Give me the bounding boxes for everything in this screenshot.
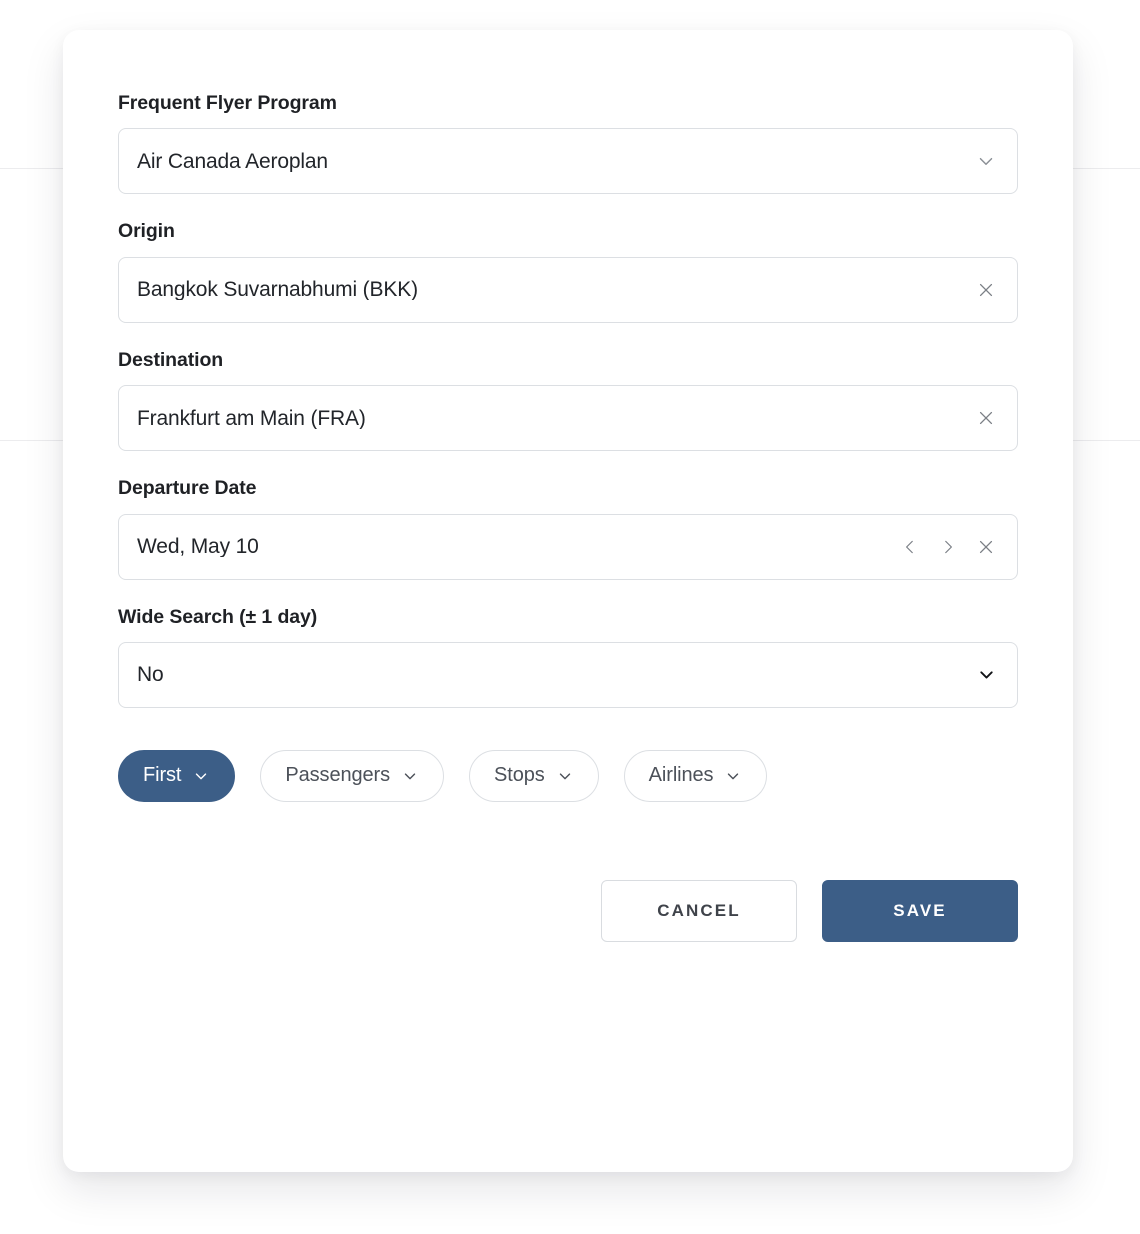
clear-icon[interactable] — [971, 403, 1001, 433]
field-wide-search: Wide Search (± 1 day) No — [118, 606, 1018, 708]
chevron-down-icon — [401, 767, 419, 785]
chevron-left-icon[interactable] — [895, 532, 925, 562]
field-label-destination: Destination — [118, 348, 224, 371]
wide-search-value: No — [137, 664, 164, 686]
departure-date-input[interactable]: Wed, May 10 — [118, 513, 1018, 580]
field-label-wide-search: Wide Search (± 1 day) — [118, 605, 318, 628]
dialog-form: Frequent Flyer Program Air Canada Aeropl… — [118, 92, 1018, 942]
destination-value: Frankfurt am Main (FRA) — [137, 407, 366, 429]
chevron-down-icon — [192, 767, 210, 785]
field-frequent-flyer-program: Frequent Flyer Program Air Canada Aeropl… — [118, 92, 1018, 195]
save-button[interactable]: SAVE — [822, 879, 1018, 942]
destination-input[interactable]: Frankfurt am Main (FRA) — [118, 385, 1018, 452]
field-label-origin: Origin — [118, 220, 175, 243]
chip-airlines-label: Airlines — [648, 764, 714, 787]
chip-cabin-class[interactable]: First — [118, 749, 236, 802]
field-label-departure-date: Departure Date — [118, 477, 257, 500]
chevron-down-icon — [724, 767, 742, 785]
field-departure-date: Departure Date Wed, May 10 — [118, 477, 1018, 580]
destination-adornments — [971, 386, 1001, 450]
origin-input[interactable]: Bangkok Suvarnabhumi (BKK) — [118, 256, 1018, 323]
field-label-frequent-flyer-program: Frequent Flyer Program — [118, 92, 337, 114]
chevron-down-icon[interactable] — [971, 660, 1001, 690]
frequent-flyer-program-value: Air Canada Aeroplan — [137, 150, 328, 172]
chip-stops-label: Stops — [494, 764, 545, 787]
departure-date-adornments — [895, 515, 1001, 579]
flight-search-dialog: Frequent Flyer Program Air Canada Aeropl… — [63, 30, 1073, 1172]
field-origin: Origin Bangkok Suvarnabhumi (BKK) — [118, 220, 1018, 323]
clear-icon[interactable] — [971, 532, 1001, 562]
wide-search-adornments — [971, 643, 1001, 707]
frequent-flyer-program-dropdown[interactable]: Air Canada Aeroplan — [118, 128, 1018, 195]
origin-adornments — [971, 258, 1001, 322]
chip-passengers[interactable]: Passengers — [260, 749, 445, 802]
chip-stops[interactable]: Stops — [469, 749, 599, 802]
chip-passengers-label: Passengers — [285, 764, 391, 787]
filter-chip-row: First Passengers Stops Airlines — [118, 749, 1018, 802]
origin-value: Bangkok Suvarnabhumi (BKK) — [137, 279, 418, 301]
dialog-footer: CANCEL SAVE — [118, 879, 1018, 942]
chevron-down-icon[interactable] — [971, 146, 1001, 176]
chevron-down-icon — [556, 767, 574, 785]
wide-search-select[interactable]: No — [118, 641, 1018, 708]
cancel-button[interactable]: CANCEL — [601, 879, 797, 942]
chevron-right-icon[interactable] — [933, 532, 963, 562]
chip-airlines[interactable]: Airlines — [623, 749, 768, 802]
departure-date-value: Wed, May 10 — [137, 536, 259, 558]
clear-icon[interactable] — [971, 275, 1001, 305]
frequent-flyer-program-adornments — [971, 129, 1001, 193]
field-destination: Destination Frankfurt am Main (FRA) — [118, 348, 1018, 452]
chip-cabin-class-label: First — [143, 764, 182, 787]
